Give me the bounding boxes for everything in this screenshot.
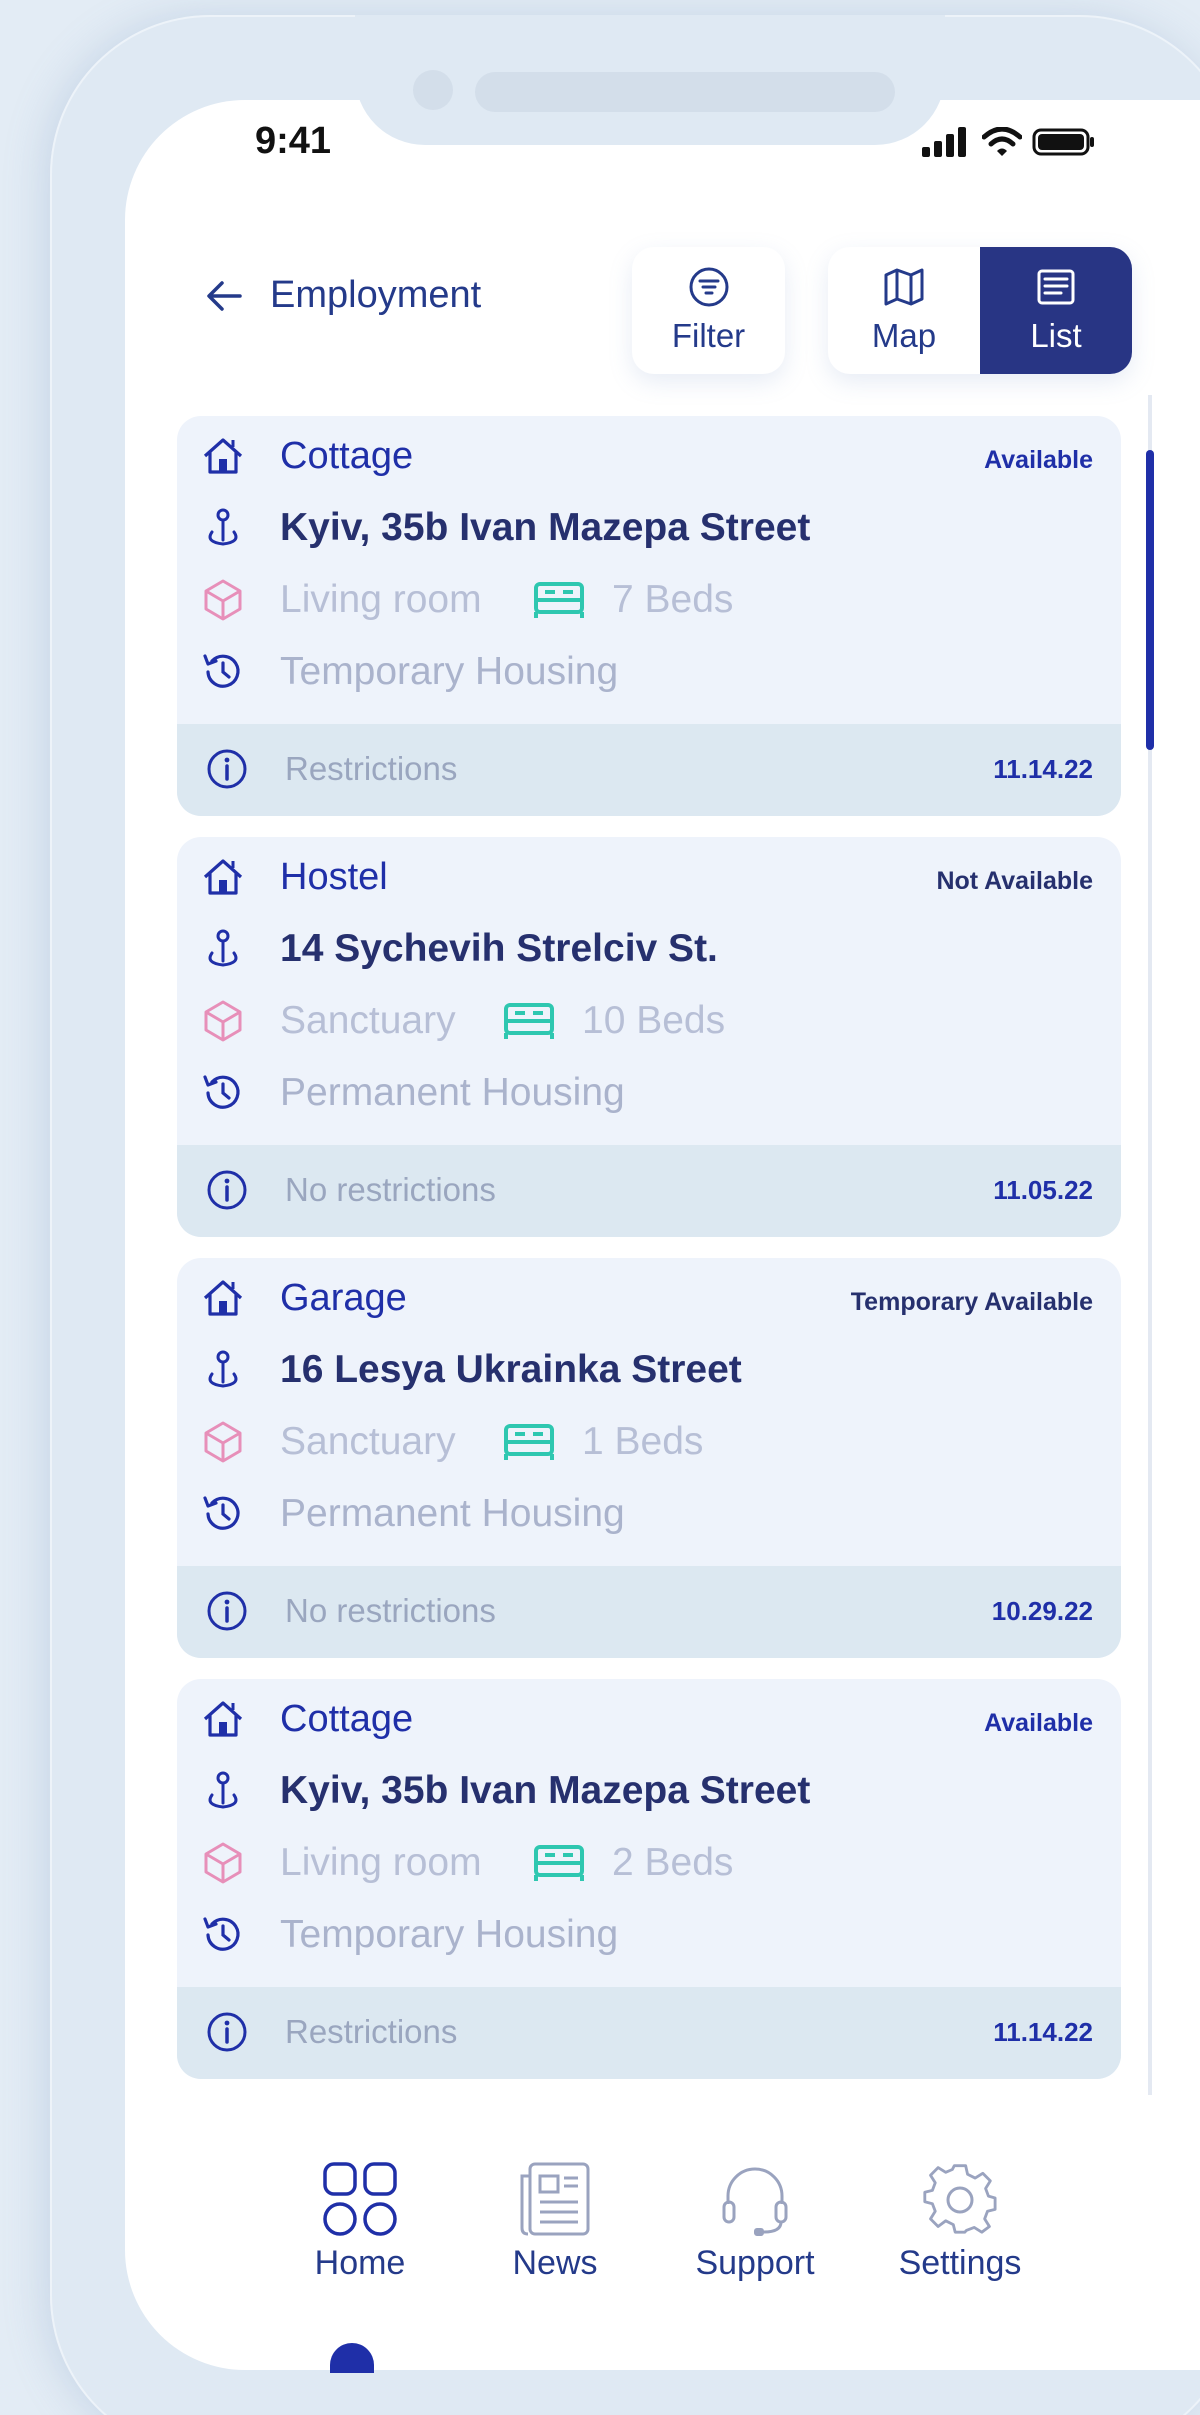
beds-count: 7 Beds	[612, 578, 734, 621]
status-badge: Temporary Available	[850, 1288, 1093, 1316]
headset-icon	[722, 2167, 788, 2236]
bed-icon	[504, 1003, 554, 1039]
listing-date: 11.14.22	[993, 2017, 1093, 2047]
bed-icon	[534, 582, 584, 618]
house-icon	[203, 1280, 243, 1316]
address: 16 Lesya Ukrainka Street	[280, 1348, 742, 1391]
bed-icon	[504, 1424, 554, 1460]
cube-icon	[204, 1000, 242, 1042]
page-title: Employment	[270, 274, 482, 316]
status-badge: Available	[984, 446, 1093, 474]
room-type: Living room	[280, 578, 482, 621]
listing-date: 11.05.22	[993, 1175, 1093, 1205]
card-footer: Restrictions 11.14.22	[177, 724, 1121, 816]
tab-support[interactable]: Support	[685, 2160, 825, 2283]
housing-type: Hostel	[280, 855, 388, 898]
cube-icon	[204, 1421, 242, 1463]
housing-type: Cottage	[280, 434, 414, 477]
restrictions-text: No restrictions	[285, 1592, 496, 1629]
house-icon	[203, 438, 243, 474]
housing-card[interactable]: Cottage Available Kyiv, 35b Ivan Mazepa …	[177, 416, 1121, 816]
housing-term: Permanent Housing	[280, 1492, 625, 1535]
status-time: 9:41	[255, 120, 332, 162]
tab-news[interactable]: News	[485, 2160, 625, 2283]
view-toggle: Map List	[828, 247, 1132, 374]
address: Kyiv, 35b Ivan Mazepa Street	[280, 1769, 811, 1812]
housing-term: Permanent Housing	[280, 1071, 625, 1114]
address: Kyiv, 35b Ivan Mazepa Street	[280, 506, 811, 549]
room-type: Living room	[280, 1841, 482, 1884]
listing-date: 10.29.22	[991, 1596, 1093, 1626]
housing-card[interactable]: Garage Temporary Available 16 Lesya Ukra…	[177, 1258, 1121, 1658]
housing-type: Cottage	[280, 1697, 414, 1740]
tab-home-label: Home	[314, 2244, 406, 2282]
house-icon	[203, 1701, 243, 1737]
cube-icon	[204, 579, 242, 621]
back-arrow-icon[interactable]	[200, 272, 248, 320]
location-pin-icon	[208, 929, 238, 967]
battery-icon	[1032, 128, 1094, 156]
beds-count: 2 Beds	[612, 1841, 734, 1884]
camera-dot	[413, 70, 453, 110]
list-label: List	[1030, 317, 1082, 354]
tab-home[interactable]: Home	[290, 2160, 430, 2283]
list-view-button[interactable]: List	[980, 247, 1132, 374]
map-icon	[884, 268, 924, 306]
info-icon	[207, 2012, 247, 2052]
info-icon	[207, 1591, 247, 1631]
restrictions-text: Restrictions	[285, 750, 458, 787]
newspaper-icon	[520, 2162, 590, 2236]
status-icons	[920, 127, 1096, 157]
housing-list: Cottage Available Kyiv, 35b Ivan Mazepa …	[177, 416, 1121, 2100]
card-footer: No restrictions 11.05.22	[177, 1145, 1121, 1237]
history-icon	[203, 654, 240, 688]
house-icon	[203, 859, 243, 895]
list-icon	[1037, 269, 1075, 305]
history-icon	[203, 1496, 240, 1530]
wifi-icon	[982, 127, 1022, 156]
grid-icon	[323, 2162, 397, 2236]
filter-icon	[689, 267, 728, 307]
housing-term: Temporary Housing	[280, 1913, 619, 1956]
bed-icon	[534, 1845, 584, 1881]
room-type: Sanctuary	[280, 999, 456, 1042]
card-footer: Restrictions 11.14.22	[177, 1987, 1121, 2079]
tab-support-label: Support	[695, 2244, 815, 2282]
gear-icon	[923, 2164, 997, 2234]
tab-settings[interactable]: Settings	[890, 2160, 1030, 2283]
address: 14 Sychevih Strelciv St.	[280, 927, 718, 970]
device-notch	[355, 15, 945, 145]
info-icon	[207, 749, 247, 789]
scrollbar-thumb[interactable]	[1146, 450, 1154, 750]
housing-type: Garage	[280, 1276, 407, 1319]
cube-icon	[204, 1842, 242, 1884]
filter-button[interactable]: Filter	[632, 247, 785, 374]
listing-date: 11.14.22	[993, 754, 1093, 784]
restrictions-text: Restrictions	[285, 2013, 458, 2050]
beds-count: 1 Beds	[582, 1420, 704, 1463]
location-pin-icon	[208, 1771, 238, 1809]
housing-term: Temporary Housing	[280, 650, 619, 693]
bottom-tab-bar: Home News Support Settings	[290, 2160, 1050, 2300]
speaker-grille	[475, 72, 895, 112]
room-type: Sanctuary	[280, 1420, 456, 1463]
filter-label: Filter	[671, 317, 746, 354]
tab-settings-label: Settings	[898, 2244, 1022, 2282]
housing-card[interactable]: Hostel Not Available 14 Sychevih Strelci…	[177, 837, 1121, 1237]
history-icon	[203, 1917, 240, 1951]
map-view-button[interactable]: Map	[828, 247, 980, 374]
card-footer: No restrictions 10.29.22	[177, 1566, 1121, 1658]
info-icon	[207, 1170, 247, 1210]
status-badge: Available	[984, 1709, 1093, 1737]
signal-icon	[922, 127, 966, 157]
history-icon	[203, 1075, 240, 1109]
restrictions-text: No restrictions	[285, 1171, 496, 1208]
status-badge: Not Available	[936, 867, 1093, 895]
beds-count: 10 Beds	[582, 999, 726, 1042]
map-label: Map	[871, 317, 937, 354]
housing-card[interactable]: Cottage Available Kyiv, 35b Ivan Mazepa …	[177, 1679, 1121, 2079]
tab-news-label: News	[512, 2244, 598, 2282]
location-pin-icon	[208, 1350, 238, 1388]
location-pin-icon	[208, 508, 238, 546]
